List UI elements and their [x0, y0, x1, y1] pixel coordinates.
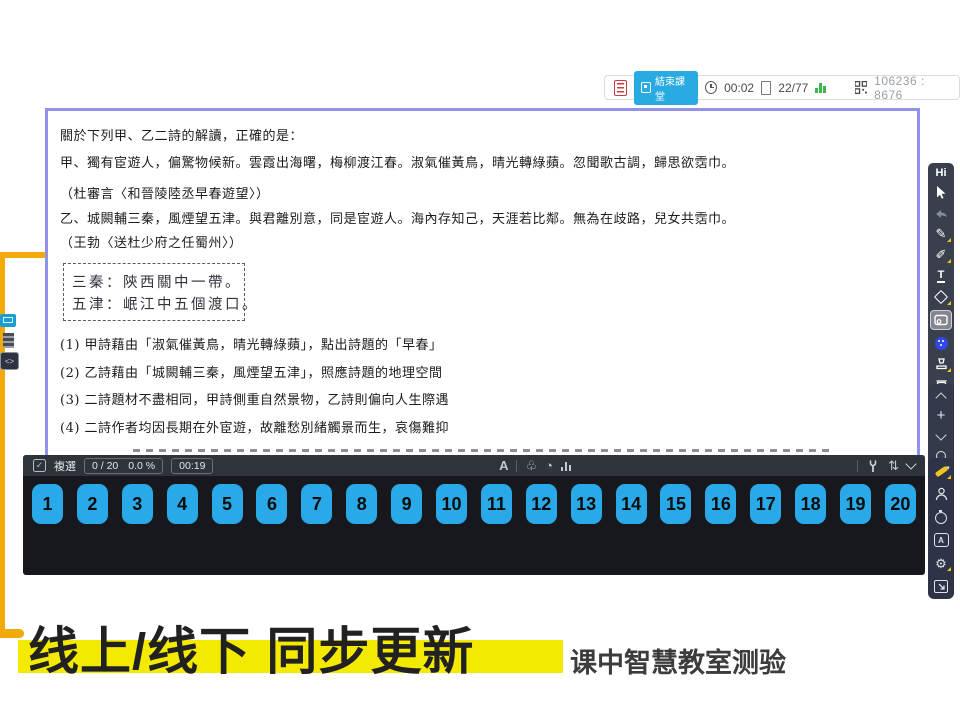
pencil-tool-button[interactable]: ✎ [931, 226, 951, 242]
answer-number-button[interactable]: 4 [167, 484, 198, 524]
answer-timer: 00:19 [179, 460, 205, 472]
pie-chart-icon[interactable]: ◔ [545, 459, 553, 472]
screen-capture-tool-button[interactable] [930, 310, 952, 330]
code-widget-icon[interactable]: <> [0, 352, 19, 370]
zoom-in-button[interactable]: + [931, 408, 951, 424]
session-id: 106236 : 8676 [874, 74, 950, 102]
answer-number-button[interactable]: 2 [77, 484, 108, 524]
option-1: (1) 甲詩藉由「淑氣催黃鳥，晴光轉綠蘋」，點出詩題的「早春」 [60, 334, 443, 353]
stop-icon [641, 82, 651, 93]
mode-label: 複選 [54, 458, 76, 474]
right-zoom-panel: + [928, 384, 954, 468]
poem-a-source: （杜審言〈和晉陵陸丞早春遊望〉） [60, 183, 270, 202]
end-class-label: 結束課堂 [655, 73, 691, 103]
score-box: 0 / 20 0.0 % [84, 458, 163, 474]
clipped-text-line [133, 449, 833, 452]
cursor-tool-button[interactable] [931, 184, 951, 200]
letter-display-icon[interactable]: A [499, 459, 508, 472]
status-bar: 結束課堂 00:02 22/77 106236 : 8676 [604, 75, 960, 100]
multi-select-icon: ✓ [33, 459, 46, 472]
right-settings-panel: A ⚙ [928, 458, 954, 599]
poem-b: 乙、城闕輔三秦，風煙望五津。與君離別意，同是宦遊人。海內存知己，天涯若比鄰。無為… [60, 208, 735, 227]
answer-number-button[interactable]: 13 [571, 484, 602, 524]
exit-fullscreen-button[interactable] [931, 578, 951, 594]
grid-list-icon[interactable] [0, 331, 17, 350]
right-tool-panel: Hi ✎ ✐ T [928, 163, 954, 397]
annotation-box: 三秦：陝西關中一帶。 五津：岷江中五個渡口。 [63, 263, 245, 321]
stamp-tool-button[interactable] [931, 356, 951, 372]
club-random-icon[interactable]: ♧ [525, 459, 537, 472]
answer-number-button[interactable]: 11 [481, 484, 512, 524]
yellow-accent-side-bar [0, 252, 5, 638]
palette-tool-button[interactable] [931, 335, 951, 351]
note-line: 五津：岷江中五個渡口。 [72, 293, 236, 314]
page-icon [761, 81, 771, 95]
percent-value: 0.0 % [128, 460, 155, 472]
answer-number-button[interactable]: 17 [750, 484, 781, 524]
answer-number-button[interactable]: 15 [660, 484, 691, 524]
timer-box: 00:19 [171, 458, 213, 474]
answer-number-button[interactable]: 10 [436, 484, 467, 524]
option-4: (4) 二詩作者均因長期在外宦遊，故離愁別緒觸景而生，哀傷難抑 [60, 417, 449, 436]
answer-number-button[interactable]: 7 [301, 484, 332, 524]
text-stamp-tool-button[interactable]: T [931, 268, 951, 284]
clock-icon [705, 81, 717, 94]
roster-icon[interactable] [614, 80, 627, 96]
answer-command-bar: ✓ 複選 0 / 20 0.0 % 00:19 A ♧ ◔ ⇅ 1 2 3 4 … [23, 455, 925, 575]
end-class-button[interactable]: 結束課堂 [634, 71, 698, 105]
elapsed-time: 00:02 [724, 81, 754, 95]
undo-icon[interactable] [931, 205, 951, 221]
eraser-tool-button[interactable] [931, 289, 951, 305]
screen-share-icon[interactable] [0, 314, 16, 327]
question-title: 關於下列甲、乙二詩的解讀，正確的是： [60, 125, 303, 144]
headline-text: 线上/线下 同步更新 [28, 610, 474, 684]
greeting-label: Hi [936, 167, 947, 179]
question-panel: 關於下列甲、乙二詩的解讀，正確的是： 甲、獨有宦遊人，偏驚物候新。雲霞出海曙，梅… [45, 108, 920, 458]
page-count: 22/77 [778, 81, 808, 95]
score-value: 0 / 20 [92, 460, 118, 472]
answer-number-button[interactable]: 1 [32, 484, 63, 524]
stats-bars-icon[interactable] [815, 82, 826, 93]
wrench-icon[interactable] [866, 459, 880, 473]
option-3: (3) 二詩題材不盡相同，甲詩側重自然景物，乙詩則偏向人生際遇 [60, 389, 449, 408]
answer-number-button[interactable]: 3 [122, 484, 153, 524]
answer-toolbar: ✓ 複選 0 / 20 0.0 % 00:19 A ♧ ◔ ⇅ [23, 455, 925, 476]
stopwatch-button[interactable] [931, 509, 951, 525]
answer-number-button[interactable]: 16 [705, 484, 736, 524]
answer-number-button[interactable]: 19 [840, 484, 871, 524]
poem-b-source: （王勃〈送杜少府之任蜀州〉） [60, 232, 243, 251]
answer-number-button[interactable]: 8 [346, 484, 377, 524]
yellow-accent-bottom-stub [0, 629, 24, 638]
answer-number-button[interactable]: 9 [391, 484, 422, 524]
answer-number-button[interactable]: 12 [526, 484, 557, 524]
sort-updown-icon[interactable]: ⇅ [888, 459, 899, 472]
answer-number-button[interactable]: 5 [212, 484, 243, 524]
marker-tool-button[interactable]: ✐ [931, 247, 951, 263]
avatar[interactable] [833, 79, 848, 96]
answer-number-button[interactable]: 14 [616, 484, 647, 524]
student-roster-button[interactable] [931, 486, 951, 502]
option-2: (2) 乙詩藉由「城闕輔三秦，風煙望五津」，照應詩題的地理空間 [60, 362, 443, 381]
divider [857, 460, 858, 472]
settings-gear-button[interactable]: ⚙ [931, 555, 951, 571]
bar-chart-icon[interactable] [561, 461, 572, 471]
scroll-down-chevron-icon[interactable] [931, 428, 951, 444]
collapse-chevron-icon[interactable] [905, 458, 916, 469]
font-size-button[interactable]: A [931, 532, 951, 548]
answer-number-button[interactable]: 18 [795, 484, 826, 524]
qr-code-icon[interactable] [855, 81, 867, 94]
note-line: 三秦：陝西關中一帶。 [72, 271, 236, 292]
headline-subtitle: 课中智慧教室测验 [570, 641, 786, 680]
answer-number-button[interactable]: 20 [885, 484, 916, 524]
highlighter-pen-button[interactable] [931, 463, 951, 479]
divider [516, 460, 517, 472]
answer-number-row: 1 2 3 4 5 6 7 8 9 10 11 12 13 14 15 16 1… [23, 476, 925, 524]
answer-number-button[interactable]: 6 [256, 484, 287, 524]
scroll-up-chevron-icon[interactable] [931, 388, 951, 404]
poem-a: 甲、獨有宦遊人，偏驚物候新。雲霞出海曙，梅柳渡江春。淑氣催黃鳥，晴光轉綠蘋。忽聞… [60, 152, 735, 171]
